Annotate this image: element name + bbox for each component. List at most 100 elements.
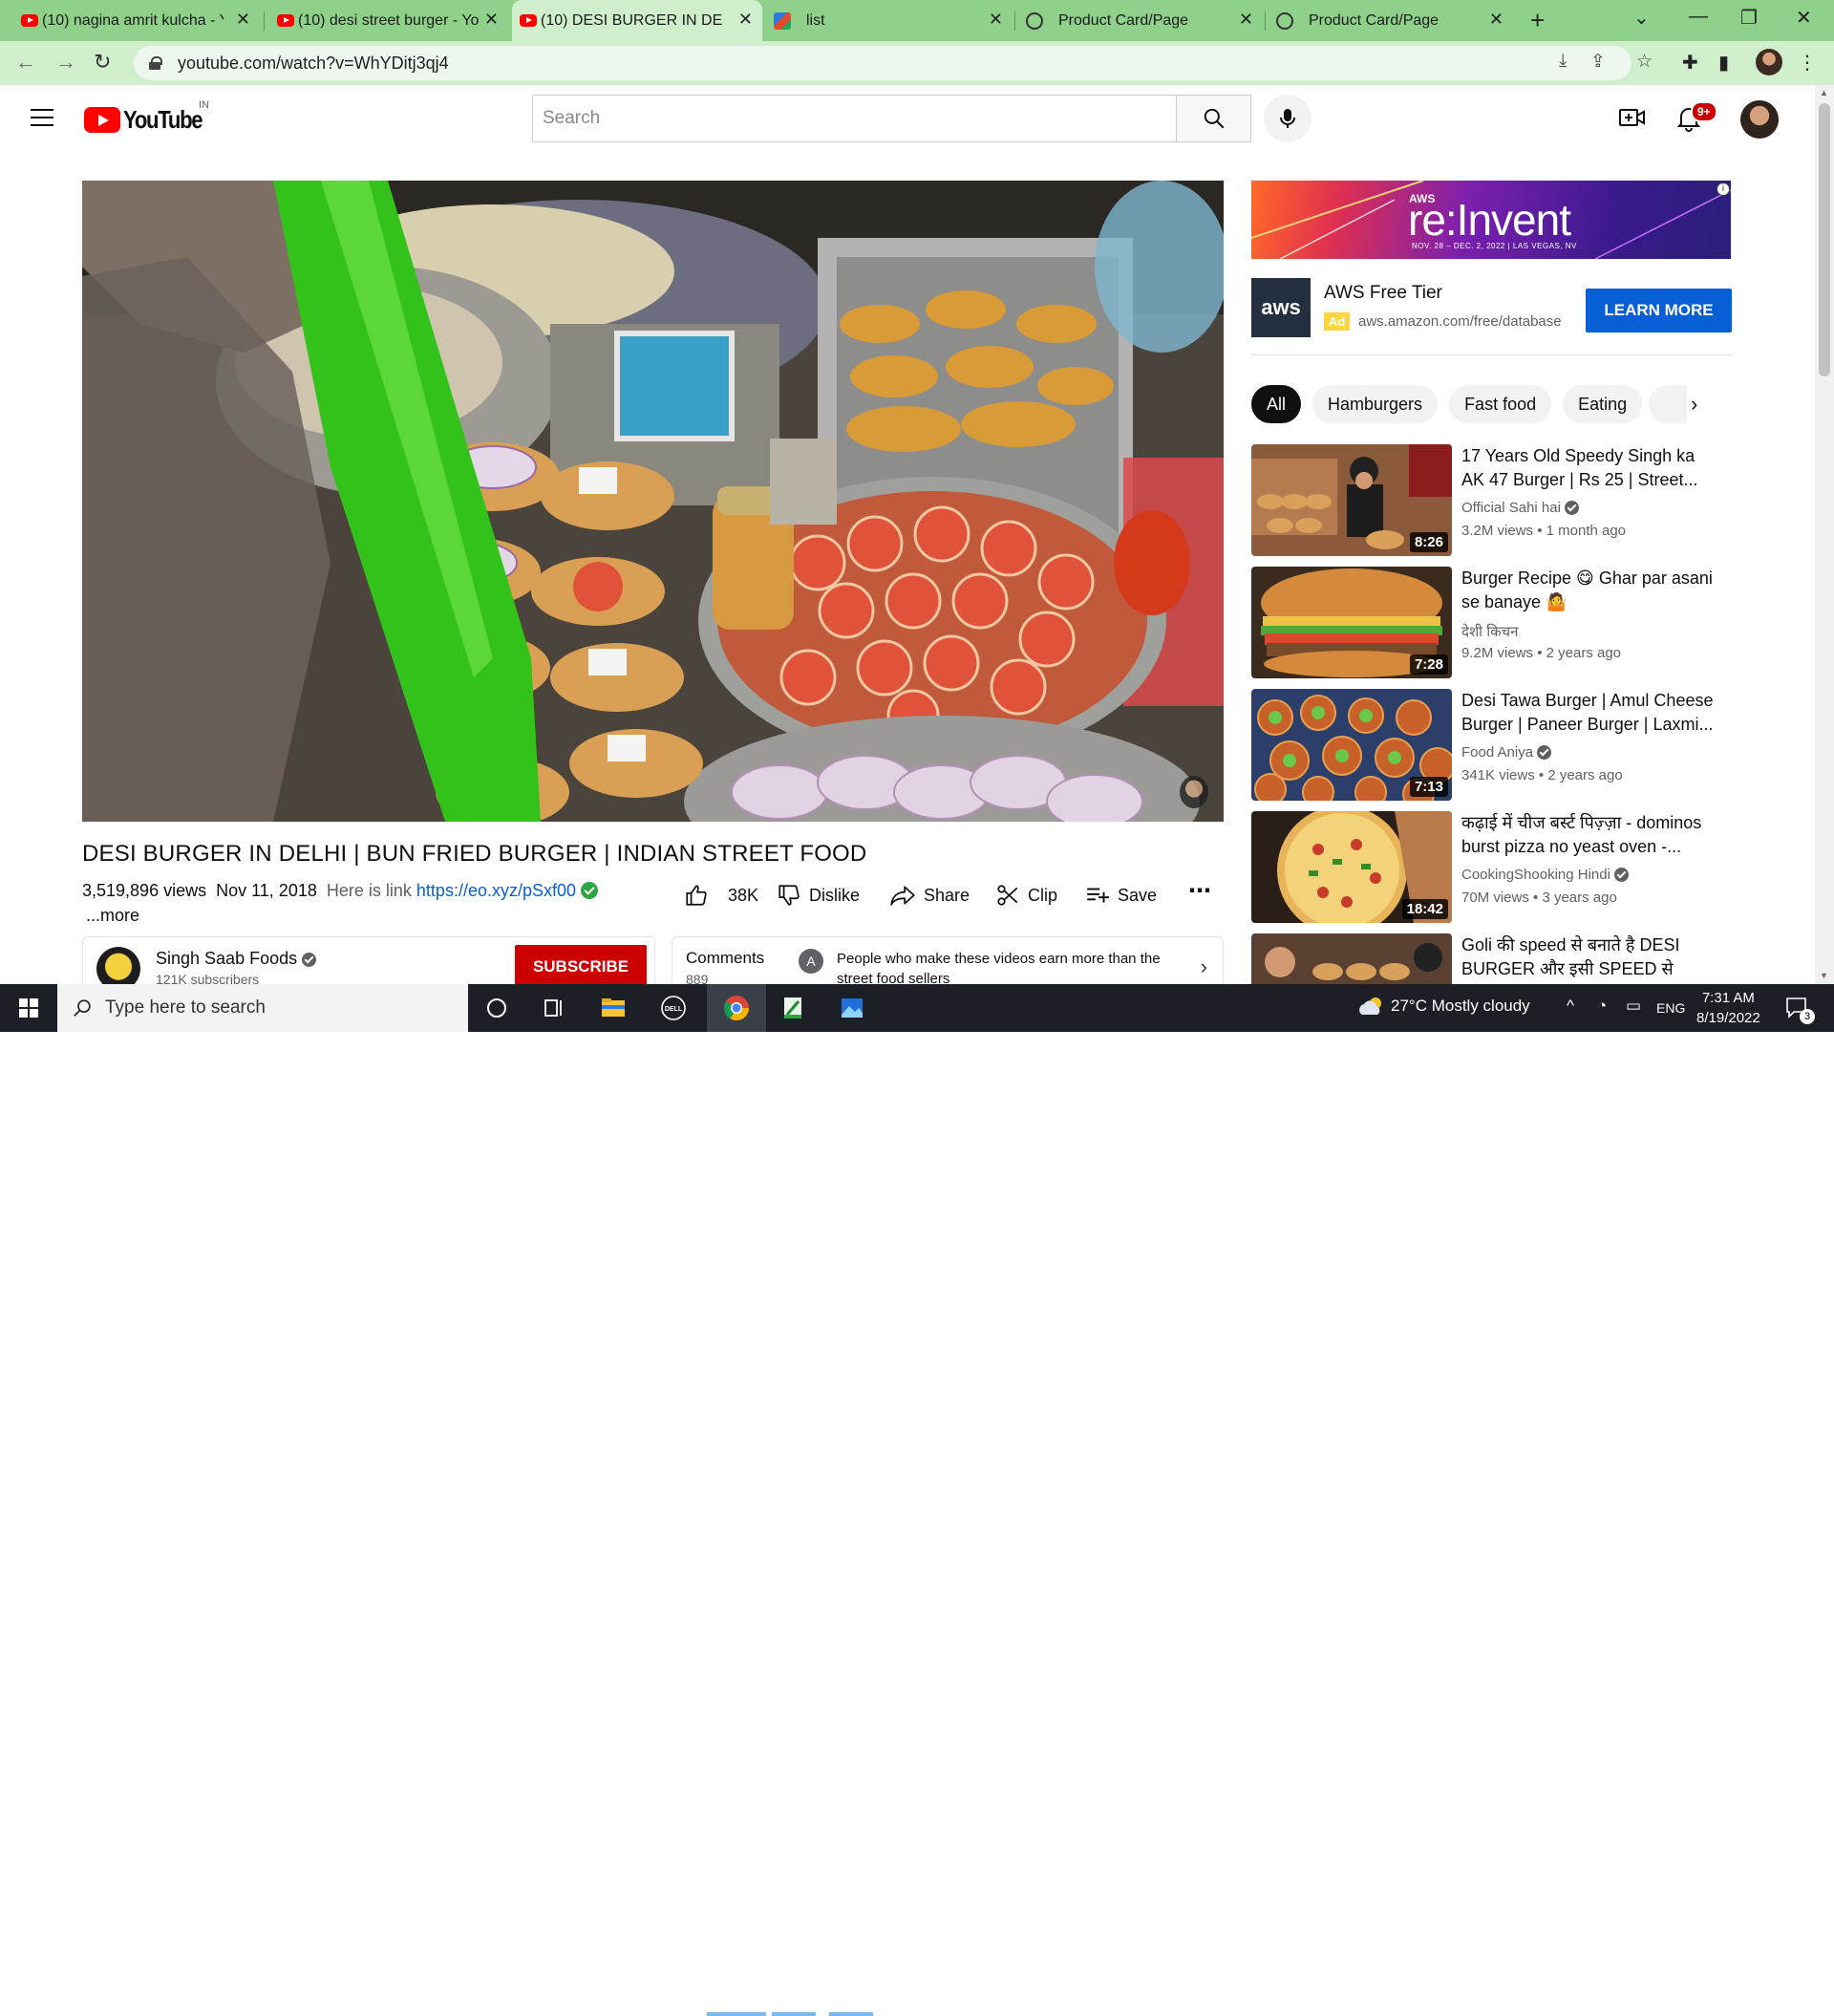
share-page-icon[interactable]: ⇪: [1590, 51, 1606, 73]
photos-icon[interactable]: [838, 994, 866, 1022]
more-actions-icon[interactable]: ⋯: [1188, 877, 1211, 905]
chip-eating[interactable]: Eating: [1563, 385, 1643, 423]
video-thumbnail[interactable]: 8:26: [1251, 444, 1452, 556]
weather-cloud-icon[interactable]: [1356, 996, 1385, 1017]
tab-search-chevron-icon[interactable]: ⌄: [1633, 6, 1650, 30]
video-channel[interactable]: देशी किचन: [1461, 622, 1518, 641]
maximize-icon[interactable]: ❐: [1740, 6, 1758, 30]
taskbar-search-input[interactable]: Type here to search: [57, 984, 468, 1032]
video-channel[interactable]: Food Aniya: [1461, 744, 1552, 761]
recommended-video[interactable]: 7:13 Desi Tawa Burger | Amul Cheese Burg…: [1251, 689, 1729, 801]
forward-arrow-icon[interactable]: →: [55, 50, 76, 75]
scroll-up-arrow-icon[interactable]: ▲: [1820, 88, 1828, 97]
close-tab-icon[interactable]: ✕: [484, 10, 499, 30]
show-more-link[interactable]: ...more: [86, 906, 139, 926]
address-bar[interactable]: youtube.com/watch?v=WhYDitj3qj4: [134, 46, 1631, 80]
scrollbar-thumb[interactable]: [1819, 103, 1830, 376]
recommended-video[interactable]: Goli की speed से बनाते है DESI BURGER और…: [1251, 933, 1729, 984]
verified-check-icon: [1565, 501, 1580, 515]
video-title[interactable]: 17 Years Old Speedy Singh ka AK 47 Burge…: [1461, 444, 1719, 492]
share-button[interactable]: Share: [889, 883, 970, 908]
side-panel-icon[interactable]: ▮: [1718, 51, 1729, 75]
save-button[interactable]: Save: [1085, 883, 1157, 908]
video-thumbnail[interactable]: 7:13: [1251, 689, 1452, 801]
cortana-icon[interactable]: [482, 994, 511, 1022]
close-window-icon[interactable]: ✕: [1796, 6, 1812, 30]
clip-button[interactable]: Clip: [995, 883, 1057, 908]
file-explorer-icon[interactable]: [599, 994, 628, 1022]
learn-more-button[interactable]: LEARN MORE: [1586, 289, 1732, 332]
voice-search-button[interactable]: [1264, 95, 1312, 142]
youtube-logo[interactable]: YouTube IN: [84, 99, 216, 135]
network-icon[interactable]: ◔: [1597, 997, 1607, 1016]
chevron-up-icon[interactable]: ^: [1567, 997, 1574, 1016]
browser-menu-icon[interactable]: ⋮: [1798, 51, 1817, 75]
close-tab-icon[interactable]: ✕: [1489, 10, 1503, 30]
language-indicator[interactable]: ENG: [1656, 1000, 1685, 1016]
browser-tab[interactable]: (10) nagina amrit kulcha - Y ✕: [13, 0, 260, 41]
ad-title[interactable]: AWS Free Tier: [1324, 283, 1442, 304]
windows-start-icon[interactable]: [19, 998, 38, 1018]
menu-hamburger-icon[interactable]: [31, 109, 53, 126]
install-icon[interactable]: ⤓: [1559, 51, 1567, 72]
search-button[interactable]: [1176, 95, 1251, 142]
browser-tab-active[interactable]: (10) DESI BURGER IN DELHI ✕: [512, 0, 762, 41]
chip-all[interactable]: All: [1251, 385, 1302, 423]
recommended-video[interactable]: 18:42 कढ़ाई में चीज बर्स्ट पिज़्ज़ा - do…: [1251, 811, 1729, 923]
browser-tab[interactable]: list ✕: [766, 0, 1013, 41]
close-tab-icon[interactable]: ✕: [1239, 10, 1253, 30]
weather-text[interactable]: 27°C Mostly cloudy: [1391, 997, 1530, 1016]
extensions-puzzle-icon[interactable]: ✚: [1682, 51, 1698, 75]
video-title[interactable]: Burger Recipe 😋 Ghar par asani se banaye…: [1461, 567, 1719, 614]
browser-profile-avatar[interactable]: [1756, 49, 1782, 75]
notepad-plus-icon[interactable]: [779, 994, 808, 1022]
video-thumbnail[interactable]: 18:42: [1251, 811, 1452, 923]
channel-name[interactable]: Singh Saab Foods: [156, 949, 317, 969]
create-video-icon[interactable]: [1618, 106, 1647, 129]
minimize-icon[interactable]: —: [1689, 6, 1708, 28]
browser-tab[interactable]: (10) desi street burger - You ✕: [269, 0, 508, 41]
bookmark-star-icon[interactable]: ☆: [1636, 51, 1653, 73]
reload-icon[interactable]: ↻: [94, 50, 111, 75]
video-thumbnail[interactable]: [1251, 933, 1452, 984]
chevron-right-icon[interactable]: ›: [1691, 392, 1697, 417]
video-channel[interactable]: CookingShooking Hindi: [1461, 867, 1630, 883]
account-avatar[interactable]: [1740, 100, 1779, 139]
search-input[interactable]: Search: [532, 95, 1177, 142]
ad-info-icon[interactable]: i: [1717, 182, 1730, 196]
chip-fast-food[interactable]: Fast food: [1449, 385, 1552, 423]
battery-icon[interactable]: ▭: [1626, 997, 1641, 1016]
ad-advertiser-logo[interactable]: aws: [1251, 278, 1311, 337]
close-tab-icon[interactable]: ✕: [989, 10, 1003, 30]
browser-tab[interactable]: Product Card/Page ✕: [1018, 0, 1263, 41]
recommended-video[interactable]: 7:28 Burger Recipe 😋 Ghar par asani se b…: [1251, 567, 1729, 678]
task-view-icon[interactable]: [540, 994, 568, 1022]
new-tab-icon[interactable]: +: [1530, 6, 1545, 35]
add-to-playlist-icon: [1087, 888, 1109, 903]
svg-text:DELL: DELL: [665, 1006, 683, 1013]
browser-tab[interactable]: Product Card/Page ✕: [1269, 0, 1513, 41]
taskbar-clock[interactable]: 7:31 AM 8/19/2022: [1696, 988, 1760, 1028]
video-channel[interactable]: Official Sahi hai: [1461, 500, 1580, 516]
video-thumbnail[interactable]: 7:28: [1251, 567, 1452, 678]
scroll-down-arrow-icon[interactable]: ▼: [1820, 971, 1828, 980]
chip-hamburgers[interactable]: Hamburgers: [1312, 385, 1439, 423]
video-title[interactable]: Desi Tawa Burger | Amul Cheese Burger | …: [1461, 689, 1719, 737]
like-button[interactable]: 38K: [684, 883, 758, 908]
dell-icon[interactable]: DELL: [659, 994, 688, 1022]
description-link[interactable]: https://eo.xyz/pSxf00: [416, 881, 576, 900]
close-tab-icon[interactable]: ✕: [236, 10, 250, 30]
video-title[interactable]: Goli की speed से बनाते है DESI BURGER और…: [1461, 933, 1719, 981]
video-player[interactable]: [82, 181, 1224, 822]
lock-icon[interactable]: [149, 56, 162, 70]
chrome-icon[interactable]: [722, 994, 751, 1022]
ad-banner-image[interactable]: AWS re:Invent NOV. 28 – DEC. 2, 2022 | L…: [1251, 181, 1731, 259]
dislike-button[interactable]: Dislike: [777, 883, 860, 908]
subscribe-button[interactable]: SUBSCRIBE: [515, 945, 647, 989]
close-tab-icon[interactable]: ✕: [738, 10, 753, 30]
video-title[interactable]: कढ़ाई में चीज बर्स्ट पिज़्ज़ा - dominos …: [1461, 811, 1719, 859]
channel-watermark[interactable]: [1180, 776, 1208, 808]
ad-url: aws.amazon.com/free/database: [1358, 313, 1562, 330]
back-arrow-icon[interactable]: ←: [15, 50, 36, 75]
recommended-video[interactable]: 8:26 17 Years Old Speedy Singh ka AK 47 …: [1251, 444, 1729, 556]
